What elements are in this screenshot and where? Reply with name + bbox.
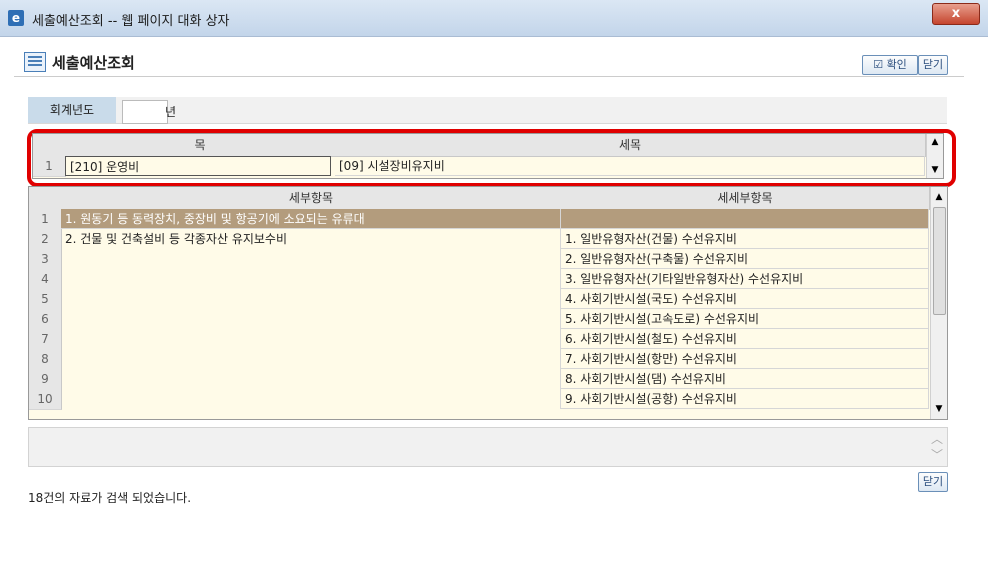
cell-sebu[interactable]: 2. 건물 및 건축설비 등 각종자산 유지보수비	[61, 229, 561, 409]
memo-area[interactable]: ︿ ﹀	[28, 427, 948, 467]
cell-sesebu[interactable]: 5. 사회기반시설(고속도로) 수선유지비	[561, 309, 929, 329]
year-filter-row: 회계년도 년	[28, 97, 947, 124]
list-icon	[24, 52, 46, 72]
cell-sesebu[interactable]: 7. 사회기반시설(항만) 수선유지비	[561, 349, 929, 369]
year-input[interactable]	[122, 100, 168, 124]
col-header-sesebu[interactable]: 세세부항목	[561, 187, 930, 210]
chevron-down-icon[interactable]: ﹀	[931, 446, 943, 463]
cell-semok[interactable]: [09] 시설장비유지비	[335, 156, 925, 176]
cell-sesebu[interactable]: 3. 일반유형자산(기타일반유형자산) 수선유지비	[561, 269, 929, 289]
year-label: 회계년도	[28, 97, 116, 123]
col-header-sebu[interactable]: 세부항목	[61, 187, 562, 210]
cell-sesebu[interactable]: 2. 일반유형자산(구축물) 수선유지비	[561, 249, 929, 269]
col-header-mok[interactable]: 목	[65, 134, 336, 157]
cell-sesebu[interactable]: 4. 사회기반시설(국도) 수선유지비	[561, 289, 929, 309]
close-button-top[interactable]: 닫기	[918, 55, 948, 75]
confirm-label: 확인	[886, 58, 907, 71]
row-number: 10	[29, 389, 62, 410]
cell-mok[interactable]: [210] 운영비	[65, 156, 331, 176]
scroll-down-icon[interactable]: ▼	[927, 162, 943, 178]
chevron-up-icon[interactable]: ︿	[931, 430, 943, 447]
row-number: 1	[29, 209, 62, 230]
scroll-thumb[interactable]	[933, 207, 946, 315]
scroll-down-icon[interactable]: ▼	[931, 401, 947, 417]
row-number: 2	[29, 229, 62, 250]
status-text: 18건의 자료가 검색 되었습니다.	[28, 491, 192, 505]
grid2-scrollbar[interactable]: ▲ ▼	[930, 187, 947, 419]
scroll-up-icon[interactable]: ▲	[931, 189, 947, 205]
row-number: 6	[29, 309, 62, 330]
grid-corner	[29, 187, 62, 210]
row-number: 8	[29, 349, 62, 370]
mok-grid: 목 세목 1 [210] 운영비 [09] 시설장비유지비 ▲ ▼	[32, 133, 944, 179]
grid-corner	[33, 134, 66, 157]
cell-sesebu[interactable]: 6. 사회기반시설(철도) 수선유지비	[561, 329, 929, 349]
window-title: 세출예산조회 -- 웹 페이지 대화 상자	[32, 14, 230, 29]
cell-sesebu[interactable]: 1. 일반유형자산(건물) 수선유지비	[561, 229, 929, 249]
confirm-button[interactable]: ☑ 확인	[862, 55, 918, 75]
cell-sesebu[interactable]: 8. 사회기반시설(댐) 수선유지비	[561, 369, 929, 389]
grid1-scrollbar[interactable]: ▲ ▼	[926, 134, 943, 178]
row-number: 1	[33, 156, 66, 177]
cell-sebu[interactable]: 1. 원동기 등 동력장치, 중장비 및 항공기에 소요되는 유류대	[61, 209, 561, 229]
col-header-semok[interactable]: 세목	[335, 134, 926, 157]
window-titlebar: e 세출예산조회 -- 웹 페이지 대화 상자 x	[0, 0, 988, 37]
year-unit: 년	[165, 105, 177, 119]
scroll-up-icon[interactable]: ▲	[927, 134, 943, 150]
page-title: 세출예산조회	[52, 54, 135, 72]
row-number: 7	[29, 329, 62, 350]
row-number: 4	[29, 269, 62, 290]
row-number: 5	[29, 289, 62, 310]
close-button-bottom[interactable]: 닫기	[918, 472, 948, 492]
detail-grid: 세부항목 세세부항목 1 1. 원동기 등 동력장치, 중장비 및 항공기에 소…	[28, 186, 948, 420]
page-header: 세출예산조회	[14, 46, 964, 77]
cell-sesebu[interactable]: 9. 사회기반시설(공항) 수선유지비	[561, 389, 929, 409]
row-number: 9	[29, 369, 62, 390]
cell-sesebu[interactable]	[561, 209, 929, 229]
row-number: 3	[29, 249, 62, 270]
check-icon: ☑	[873, 58, 884, 71]
ie-icon: e	[8, 10, 24, 26]
window-close-button[interactable]: x	[932, 3, 980, 25]
